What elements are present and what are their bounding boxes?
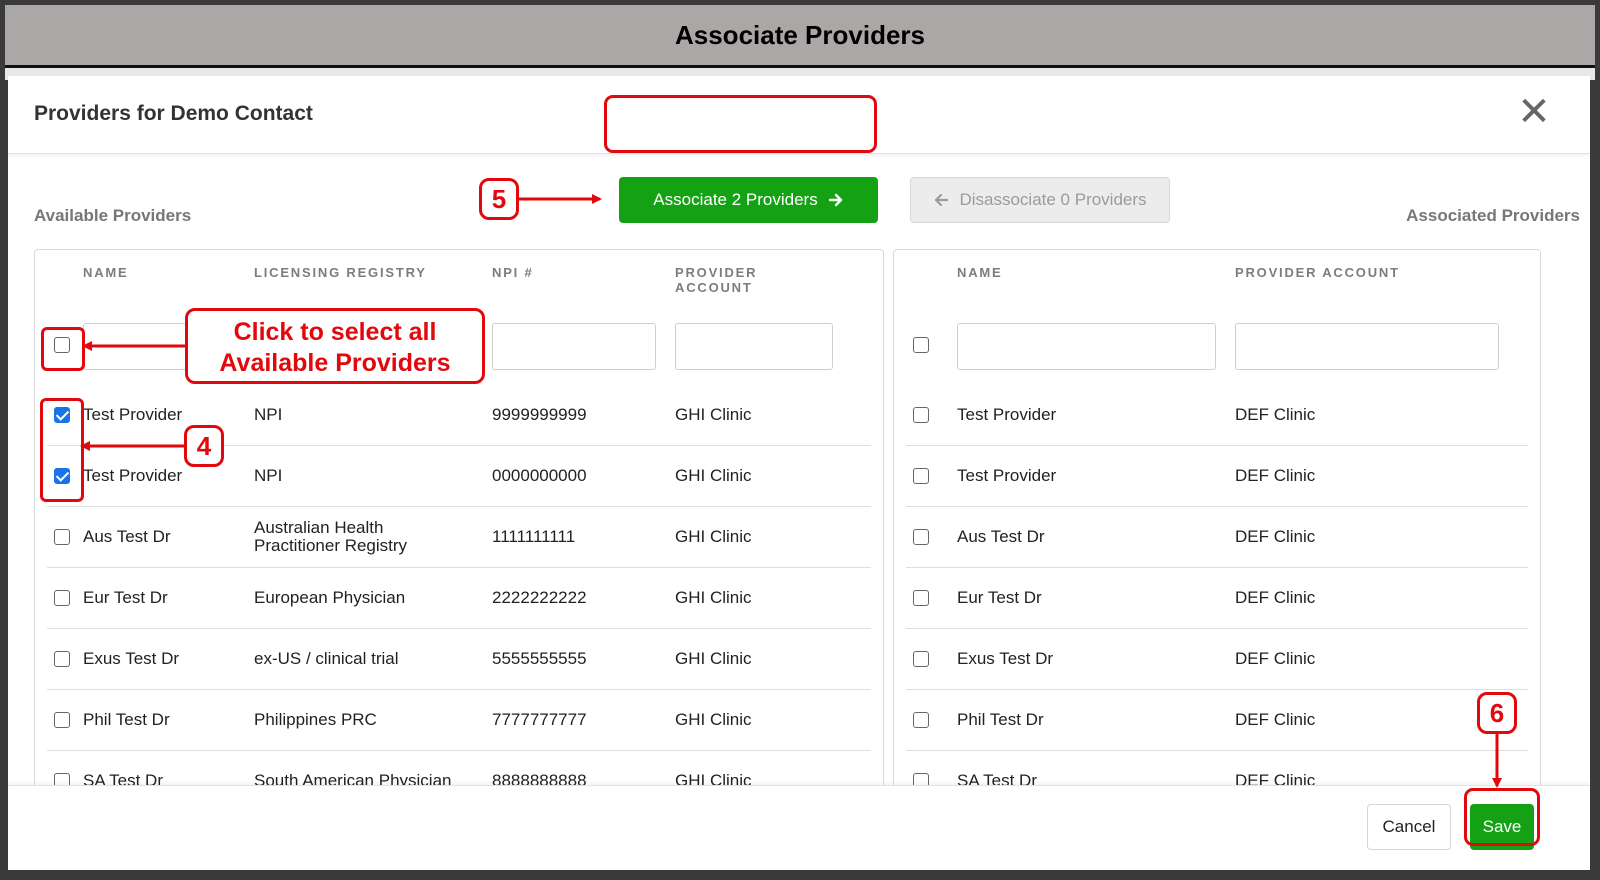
column-header-provider-account[interactable]: PROVIDER ACCOUNT bbox=[675, 265, 757, 295]
associated-column-header-provider-account[interactable]: PROVIDER ACCOUNT bbox=[1235, 265, 1400, 280]
cell-name: Eur Test Dr bbox=[957, 588, 1042, 607]
cell-account: DEF Clinic bbox=[1235, 466, 1316, 485]
account-filter-input[interactable] bbox=[675, 323, 833, 370]
associated-table-row[interactable]: Phil Test Dr DEF Clinic bbox=[894, 690, 1540, 751]
modal-title: Providers for Demo Contact bbox=[34, 102, 313, 125]
cell-account: DEF Clinic bbox=[1235, 588, 1316, 607]
available-providers-label: Available Providers bbox=[34, 206, 192, 225]
step-6-badge: 6 bbox=[1477, 692, 1517, 734]
cancel-button[interactable]: Cancel bbox=[1367, 804, 1451, 850]
cell-registry: NPI bbox=[254, 466, 283, 485]
cell-account: GHI Clinic bbox=[675, 649, 752, 668]
column-header-npi[interactable]: NPI # bbox=[492, 265, 534, 280]
screenshot-frame: Associate Providers Providers for Demo C… bbox=[0, 0, 1600, 880]
select-all-callout-line2: Available Providers bbox=[219, 349, 451, 377]
cell-npi: 9999999999 bbox=[492, 405, 587, 424]
cell-account: GHI Clinic bbox=[675, 466, 752, 485]
cell-name: Exus Test Dr bbox=[957, 649, 1054, 668]
select-all-callout-line1: Click to select all bbox=[233, 318, 437, 346]
associate-button-label: Associate 2 Providers bbox=[653, 190, 818, 209]
cell-registry: European Physician bbox=[254, 588, 406, 607]
cell-npi: 7777777777 bbox=[492, 710, 587, 729]
associated-table-row[interactable]: Test Provider DEF Clinic bbox=[894, 446, 1540, 507]
available-table-row[interactable]: Aus Test Dr Australian Health Practitione… bbox=[35, 507, 883, 568]
providers-modal: Providers for Demo Contact ✕ Available P… bbox=[8, 76, 1590, 870]
row-checkbox[interactable] bbox=[54, 529, 70, 545]
cell-name: Phil Test Dr bbox=[957, 710, 1044, 729]
available-table-row[interactable]: Test Provider NPI 0000000000 GHI Clinic bbox=[35, 446, 883, 507]
row-checkbox[interactable] bbox=[913, 529, 929, 545]
arrow-left-icon bbox=[935, 193, 949, 207]
row-checkbox[interactable] bbox=[913, 468, 929, 484]
cell-npi: 5555555555 bbox=[492, 649, 587, 668]
select-all-associated-checkbox[interactable] bbox=[913, 337, 929, 353]
associated-account-filter-input[interactable] bbox=[1235, 323, 1499, 370]
cell-registry: Australian Health Practitioner Registry bbox=[254, 518, 408, 555]
cell-name: Aus Test Dr bbox=[83, 527, 171, 546]
step-5-badge: 5 bbox=[479, 178, 519, 220]
cell-account: GHI Clinic bbox=[675, 710, 752, 729]
associate-providers-button[interactable]: Associate 2 Providers bbox=[619, 177, 878, 223]
column-header-name[interactable]: NAME bbox=[83, 265, 128, 280]
row-checkbox[interactable] bbox=[54, 468, 70, 484]
save-button[interactable]: Save bbox=[1470, 804, 1534, 850]
modal-footer: Cancel Save bbox=[8, 785, 1590, 870]
cell-account: GHI Clinic bbox=[675, 527, 752, 546]
row-checkbox[interactable] bbox=[54, 590, 70, 606]
cell-registry: ex-US / clinical trial bbox=[254, 649, 399, 668]
row-checkbox[interactable] bbox=[54, 651, 70, 667]
cell-account: DEF Clinic bbox=[1235, 649, 1316, 668]
associated-table-row[interactable]: Test Provider DEF Clinic bbox=[894, 385, 1540, 446]
row-checkbox[interactable] bbox=[913, 651, 929, 667]
cell-name: Eur Test Dr bbox=[83, 588, 168, 607]
associated-providers-label: Associated Providers bbox=[1406, 206, 1580, 225]
available-table-row[interactable]: Exus Test Dr ex-US / clinical trial 555555… bbox=[35, 629, 883, 690]
disassociate-providers-button[interactable]: Disassociate 0 Providers bbox=[910, 177, 1170, 223]
associated-name-filter-input[interactable] bbox=[957, 323, 1216, 370]
associated-table-row[interactable]: Exus Test Dr DEF Clinic bbox=[894, 629, 1540, 690]
row-checkbox[interactable] bbox=[913, 712, 929, 728]
column-header-provider-account-line1: PROVIDER bbox=[675, 265, 758, 280]
column-header-licensing-registry[interactable]: LICENSING REGISTRY bbox=[254, 265, 427, 280]
cell-account: DEF Clinic bbox=[1235, 405, 1316, 424]
cell-name: Exus Test Dr bbox=[83, 649, 180, 668]
select-all-available-checkbox[interactable] bbox=[54, 337, 70, 353]
cell-npi: 1111111111 bbox=[492, 527, 576, 546]
row-checkbox[interactable] bbox=[913, 407, 929, 423]
associated-table-row[interactable]: Eur Test Dr DEF Clinic bbox=[894, 568, 1540, 629]
row-checkbox[interactable] bbox=[54, 407, 70, 423]
cell-registry: Philippines PRC bbox=[254, 710, 377, 729]
associated-table-row[interactable]: Aus Test Dr DEF Clinic bbox=[894, 507, 1540, 568]
column-header-provider-account-line2: ACCOUNT bbox=[675, 280, 753, 295]
modal-header: Providers for Demo Contact ✕ bbox=[8, 76, 1590, 154]
available-table-row[interactable]: Phil Test Dr Philippines PRC 7777777777 GHI… bbox=[35, 690, 883, 751]
step-4-badge: 4 bbox=[184, 425, 224, 467]
cell-npi: 0000000000 bbox=[492, 466, 587, 485]
available-table-row[interactable]: Eur Test Dr European Physician 2222222222 G… bbox=[35, 568, 883, 629]
associated-providers-table: NAME PROVIDER ACCOUNT Test Provider DEF C… bbox=[893, 249, 1541, 870]
cell-account: GHI Clinic bbox=[675, 588, 752, 607]
row-checkbox[interactable] bbox=[913, 590, 929, 606]
cell-account: GHI Clinic bbox=[675, 405, 752, 424]
cell-name: Test Provider bbox=[957, 405, 1057, 424]
cell-account: DEF Clinic bbox=[1235, 527, 1316, 546]
cell-name: Test Provider bbox=[957, 466, 1057, 485]
arrow-right-icon bbox=[828, 193, 842, 207]
cell-account: DEF Clinic bbox=[1235, 710, 1316, 729]
available-table-row[interactable]: Test Provider NPI 9999999999 GHI Clinic bbox=[35, 385, 883, 446]
select-all-callout: Click to select all Available Providers bbox=[185, 308, 485, 384]
cell-registry: NPI bbox=[254, 405, 283, 424]
close-icon[interactable]: ✕ bbox=[1516, 92, 1552, 132]
disassociate-button-label: Disassociate 0 Providers bbox=[959, 190, 1147, 209]
cell-name: Aus Test Dr bbox=[957, 527, 1045, 546]
cell-name: Phil Test Dr bbox=[83, 710, 170, 729]
associated-column-header-name[interactable]: NAME bbox=[957, 265, 1002, 280]
cell-npi: 2222222222 bbox=[492, 588, 587, 607]
row-checkbox[interactable] bbox=[54, 712, 70, 728]
banner-title: Associate Providers bbox=[5, 5, 1595, 68]
cell-name: Test Provider bbox=[83, 466, 183, 485]
npi-filter-input[interactable] bbox=[492, 323, 656, 370]
cell-name: Test Provider bbox=[83, 405, 183, 424]
